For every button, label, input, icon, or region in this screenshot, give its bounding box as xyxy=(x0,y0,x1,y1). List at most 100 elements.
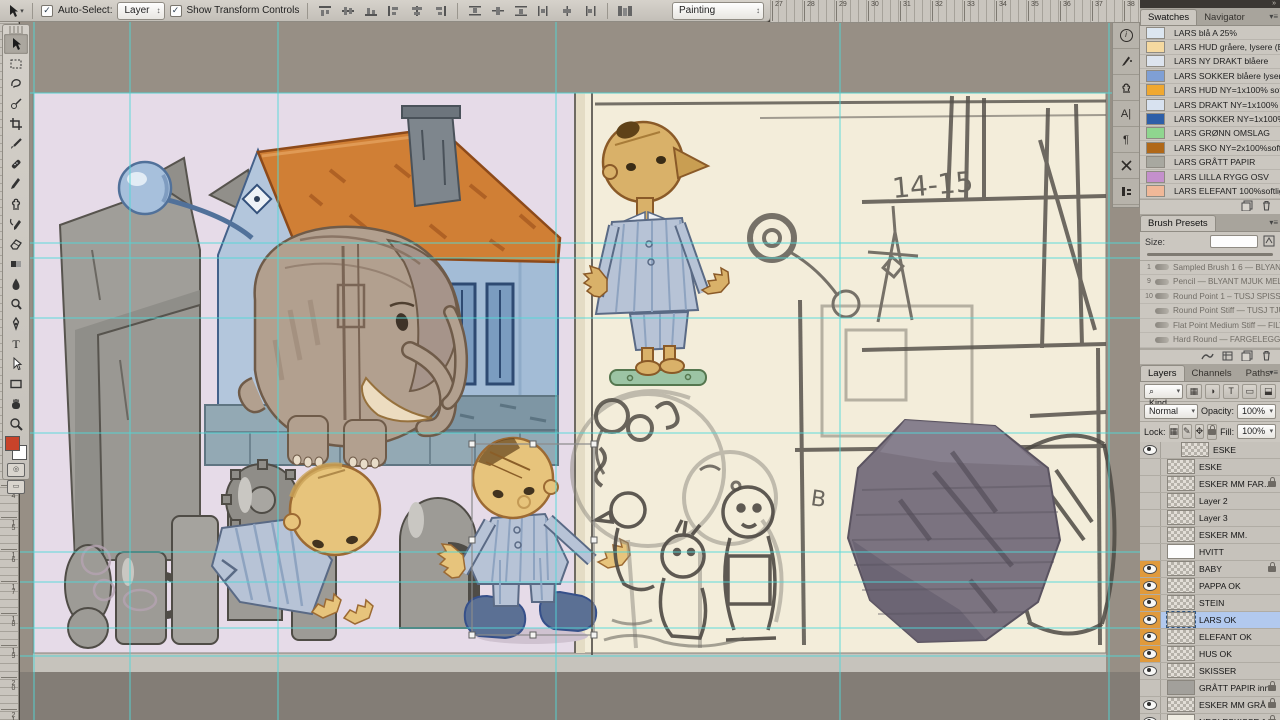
align-top-icon[interactable] xyxy=(316,3,334,19)
eye-icon[interactable] xyxy=(1143,444,1157,455)
layer-row[interactable]: GRÅTT PAPIR innsk... xyxy=(1140,679,1280,697)
marquee-tool[interactable] xyxy=(4,54,28,74)
shape-tool[interactable] xyxy=(4,374,28,394)
layer-thumbnail[interactable] xyxy=(1167,527,1195,543)
move-tool-icon[interactable]: ▾ xyxy=(6,3,24,19)
clone-stamp-tool[interactable] xyxy=(4,194,28,214)
swatch-row[interactable]: LARS ELEFANT 100%softlightx2 xyxy=(1140,184,1280,199)
color-wells[interactable] xyxy=(4,436,28,460)
layer-thumbnail[interactable] xyxy=(1167,697,1195,713)
swatch-color-chip[interactable] xyxy=(1146,55,1165,68)
lock-transparency-icon[interactable]: ▦ xyxy=(1168,424,1180,440)
visibility-well[interactable] xyxy=(1140,492,1161,509)
brush-preset-row[interactable]: 9 Pencil — BLYANT MJUK MELLOM–OK xyxy=(1140,275,1280,290)
visibility-well[interactable] xyxy=(1140,594,1161,611)
swatch-color-chip[interactable] xyxy=(1146,84,1165,97)
visibility-well[interactable] xyxy=(1140,526,1161,543)
visibility-well[interactable] xyxy=(1140,475,1161,492)
layer-thumbnail[interactable] xyxy=(1166,611,1196,629)
brush-preset-row[interactable]: 1 Sampled Brush 1 6 — BLYANT BREIERE xyxy=(1140,261,1280,276)
align-vcenter-icon[interactable] xyxy=(339,3,357,19)
lock-pixels-icon[interactable]: ✎ xyxy=(1182,424,1192,440)
swatch-row[interactable]: LARS GRÅTT PAPIR xyxy=(1140,156,1280,170)
layers-menu-icon[interactable]: ▾≡ xyxy=(1269,368,1278,377)
swatch-color-chip[interactable] xyxy=(1146,26,1165,39)
tab-navigator[interactable]: Navigator xyxy=(1197,10,1252,25)
brush-size-slider[interactable] xyxy=(1147,252,1273,256)
tab-brush-presets[interactable]: Brush Presets xyxy=(1140,214,1216,231)
layer-name[interactable]: ESKE xyxy=(1199,462,1280,472)
delete-swatch-icon[interactable] xyxy=(1261,200,1272,213)
ruler-top[interactable]: 27 28 29 30 31 32 33 34 35 36 37 38 xyxy=(770,0,1140,23)
swatch-row[interactable]: LARS SOKKER NY=1x100%softlight xyxy=(1140,112,1280,127)
toolbar-grip[interactable] xyxy=(9,26,23,34)
healing-tool[interactable] xyxy=(4,154,28,174)
filter-type-layers-icon[interactable]: T xyxy=(1223,383,1239,399)
zoom-tool[interactable] xyxy=(4,414,28,434)
swatch-color-chip[interactable] xyxy=(1146,184,1165,197)
visibility-well[interactable] xyxy=(1140,611,1161,628)
new-swatch-icon[interactable] xyxy=(1241,200,1253,213)
eye-icon[interactable] xyxy=(1143,699,1157,710)
visibility-well[interactable] xyxy=(1140,458,1161,475)
blend-mode-dropdown[interactable]: Normal xyxy=(1144,403,1198,419)
layer-row[interactable]: SKISSER xyxy=(1140,662,1280,680)
layer-thumbnail[interactable] xyxy=(1167,629,1195,645)
filter-pixel-layers-icon[interactable]: ▦ xyxy=(1186,383,1202,399)
tab-layers[interactable]: Layers xyxy=(1140,364,1185,381)
hand-tool[interactable] xyxy=(4,394,28,414)
tab-channels[interactable]: Channels xyxy=(1185,366,1239,381)
crop-tool[interactable] xyxy=(4,114,28,134)
align-right-icon[interactable] xyxy=(431,3,449,19)
character-styles-panel-icon[interactable] xyxy=(1113,179,1139,205)
layer-name[interactable]: HUS OK xyxy=(1199,649,1280,659)
opacity-value[interactable]: 100% xyxy=(1236,403,1276,419)
eye-icon[interactable] xyxy=(1143,648,1157,659)
layer-name[interactable]: ESKER MM. xyxy=(1199,530,1280,540)
history-brush-tool[interactable] xyxy=(4,214,28,234)
move-tool[interactable] xyxy=(4,34,28,54)
visibility-well[interactable] xyxy=(1140,662,1161,679)
visibility-well[interactable] xyxy=(1140,560,1161,577)
layer-name[interactable]: SKISSER xyxy=(1199,666,1280,676)
swatch-color-chip[interactable] xyxy=(1146,69,1165,82)
tab-swatches[interactable]: Swatches xyxy=(1140,9,1198,25)
blur-tool[interactable] xyxy=(4,274,28,294)
layer-name[interactable]: Layer 3 xyxy=(1199,513,1280,523)
layer-row[interactable]: NEGLESKISSE 14-15 xyxy=(1140,713,1280,720)
filter-shape-layers-icon[interactable]: ▭ xyxy=(1241,383,1258,399)
swatch-color-chip[interactable] xyxy=(1146,98,1165,111)
swatch-row[interactable]: LARS LILLA RYGG OSV xyxy=(1140,170,1280,185)
eye-icon[interactable] xyxy=(1143,665,1157,676)
delete-brush-icon[interactable] xyxy=(1261,350,1272,363)
layer-row[interactable]: PAPPA OK xyxy=(1140,577,1280,595)
dock-header[interactable]: » xyxy=(1140,0,1280,8)
visibility-well[interactable] xyxy=(1140,696,1161,713)
auto-select-dropdown[interactable]: Layer xyxy=(117,1,165,20)
layer-name[interactable]: HVITT xyxy=(1199,547,1280,557)
distribute-hcenter-icon[interactable] xyxy=(558,3,576,19)
brush-panel-icon[interactable] xyxy=(1113,49,1139,75)
layer-name[interactable]: ESKE xyxy=(1213,445,1280,455)
brush-preset-picker-icon[interactable] xyxy=(1263,235,1275,249)
swatch-row[interactable]: LARS HUD NY=1x100% softlight xyxy=(1140,84,1280,98)
eraser-tool[interactable] xyxy=(4,234,28,254)
layer-thumbnail[interactable] xyxy=(1167,510,1195,526)
eye-icon[interactable] xyxy=(1143,631,1157,642)
distribute-bottom-icon[interactable] xyxy=(512,3,530,19)
swatch-color-chip[interactable] xyxy=(1146,170,1165,183)
layer-name[interactable]: PAPPA OK xyxy=(1199,581,1280,591)
swatch-color-chip[interactable] xyxy=(1146,41,1165,54)
swatch-row[interactable]: LARS blå A 25% xyxy=(1140,26,1280,41)
auto-select-checkbox[interactable]: ✓ xyxy=(41,4,53,17)
eye-icon[interactable] xyxy=(1143,563,1157,574)
distribute-vcenter-icon[interactable] xyxy=(489,3,507,19)
workspace-dropdown[interactable]: Painting xyxy=(672,1,764,20)
distribute-top-icon[interactable] xyxy=(466,3,484,19)
swatch-row[interactable]: LARS GRØNN OMSLAG xyxy=(1140,127,1280,142)
distribute-right-icon[interactable] xyxy=(581,3,599,19)
brush-preset-row[interactable]: Flat Point Medium Stiff — FILTPENN ME xyxy=(1140,319,1280,334)
align-bottom-icon[interactable] xyxy=(362,3,380,19)
filter-smart-objects-icon[interactable]: ⬓ xyxy=(1260,383,1277,399)
eye-icon[interactable] xyxy=(1143,614,1157,625)
